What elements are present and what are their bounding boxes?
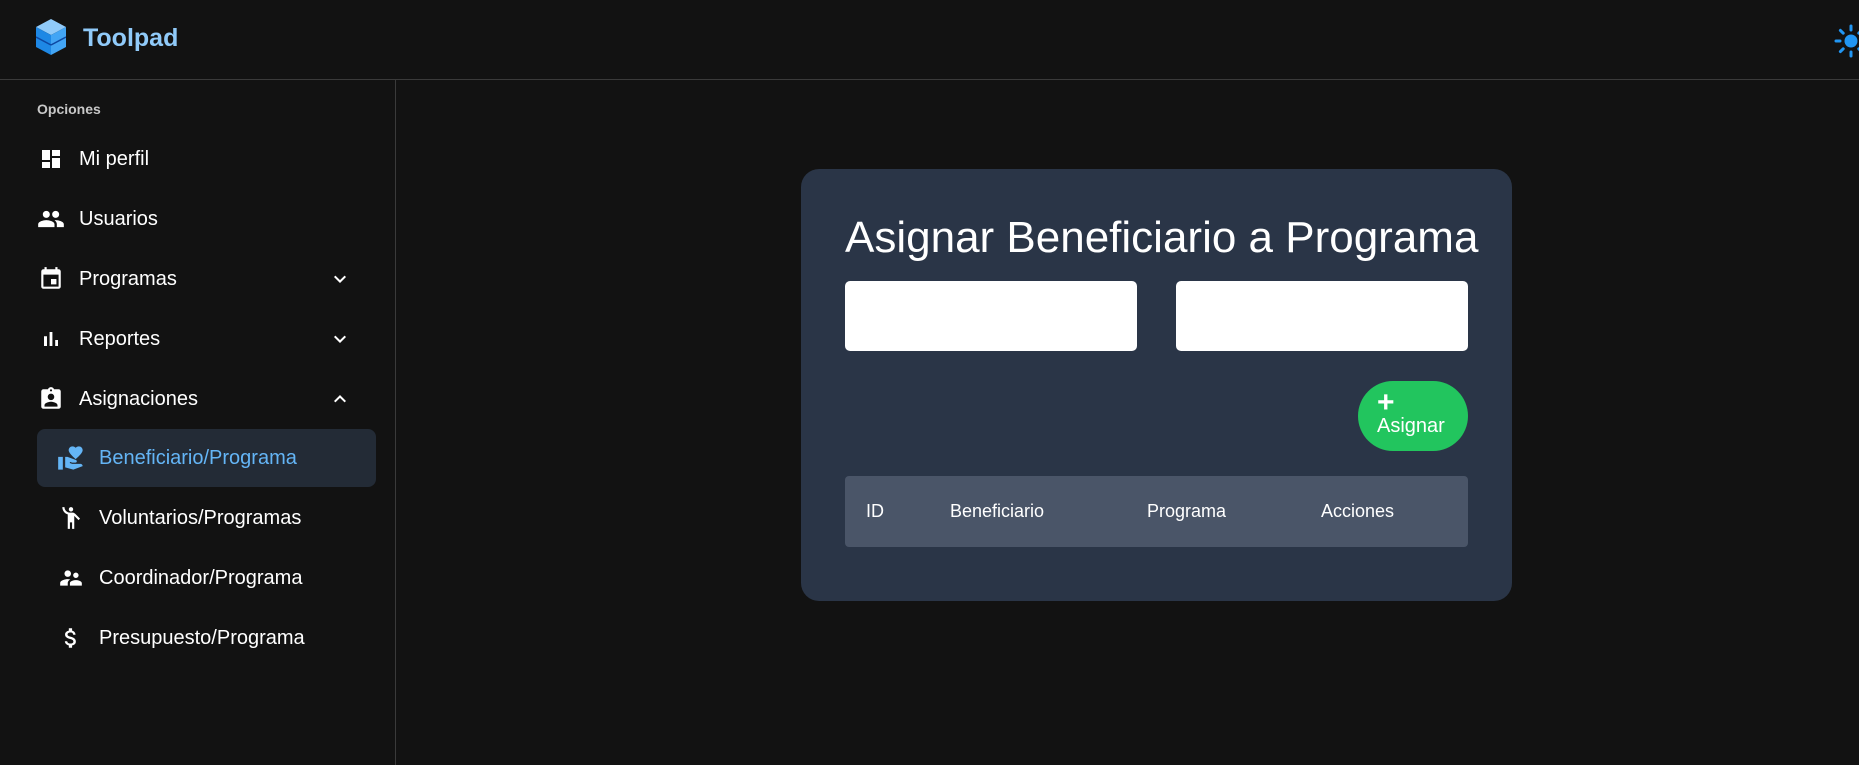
chevron-up-icon[interactable] xyxy=(328,387,352,411)
sidebar-section-label: Opciones xyxy=(37,101,101,117)
sidebar-item-label: Programas xyxy=(79,267,177,290)
person-raised-hand-icon xyxy=(57,504,85,532)
sidebar-subitem-presupuesto-programa[interactable]: Presupuesto/Programa xyxy=(37,609,376,667)
sidebar-item-reportes[interactable]: Reportes xyxy=(37,310,376,368)
sidebar-subitem-beneficiario-programa[interactable]: Beneficiario/Programa xyxy=(37,429,376,487)
sidebar-subitem-label: Beneficiario/Programa xyxy=(99,446,297,469)
sidebar-subitem-label: Presupuesto/Programa xyxy=(99,626,305,649)
sidebar-item-asignaciones[interactable]: Asignaciones xyxy=(37,370,376,428)
dollar-icon xyxy=(57,624,85,652)
assign-button-label: Asignar xyxy=(1377,415,1445,437)
people-icon xyxy=(37,205,65,233)
app-header: Toolpad xyxy=(0,0,1859,80)
column-header-id: ID xyxy=(866,501,884,521)
calendar-icon xyxy=(37,265,65,293)
app-title: Toolpad xyxy=(83,24,179,52)
sidebar-item-label: Mi perfil xyxy=(79,147,150,170)
column-header-acciones: Acciones xyxy=(1321,501,1395,521)
sidebar-item-label: Asignaciones xyxy=(79,387,198,410)
sidebar-item-programas[interactable]: Programas xyxy=(37,250,376,308)
program-select[interactable] xyxy=(1176,281,1468,351)
column-header-programa: Programa xyxy=(1147,501,1227,521)
sidebar-item-mi-perfil[interactable]: Mi perfil xyxy=(37,130,376,188)
assignment-ind-icon xyxy=(37,385,65,413)
assign-card: Asignar Beneficiario a Programa + Asigna… xyxy=(801,169,1512,601)
sidebar-subitem-label: Voluntarios/Programas xyxy=(99,506,302,529)
toolpad-cube-icon xyxy=(36,19,66,55)
sidebar-subitem-voluntarios-programas[interactable]: Voluntarios/Programas xyxy=(37,489,376,547)
sidebar-item-label: Reportes xyxy=(79,327,161,350)
sun-icon[interactable] xyxy=(1834,24,1859,58)
sidebar-subitem-coordinador-programa[interactable]: Coordinador/Programa xyxy=(37,549,376,607)
sidebar-subitem-label: Coordinador/Programa xyxy=(99,566,303,589)
volunteer-activism-icon xyxy=(57,444,85,472)
beneficiary-select[interactable] xyxy=(845,281,1137,351)
bar-chart-icon xyxy=(37,325,65,353)
sidebar: Opciones Mi perfil Usuarios Programas Re… xyxy=(0,80,396,765)
dashboard-icon xyxy=(37,145,65,173)
chevron-down-icon[interactable] xyxy=(328,327,352,351)
column-header-beneficiario: Beneficiario xyxy=(950,501,1045,521)
chevron-down-icon[interactable] xyxy=(328,267,352,291)
plus-icon: + xyxy=(1377,386,1395,419)
sidebar-item-usuarios[interactable]: Usuarios xyxy=(37,190,376,248)
page-title: Asignar Beneficiario a Programa xyxy=(845,213,1479,262)
sidebar-item-label: Usuarios xyxy=(79,207,158,230)
table-header: ID Beneficiario Programa Acciones xyxy=(845,476,1468,547)
supervisor-icon xyxy=(57,564,85,592)
assign-button[interactable]: + Asignar xyxy=(1358,381,1468,451)
